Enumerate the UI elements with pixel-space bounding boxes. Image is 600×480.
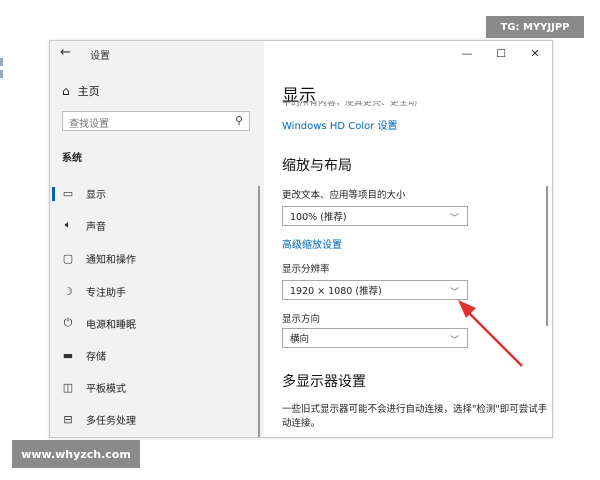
sidebar-item-label: 平板模式: [86, 383, 126, 395]
sidebar-item-display[interactable]: ▭ 显示: [50, 181, 264, 205]
multitask-icon: ⊟: [63, 412, 73, 426]
scale-dropdown[interactable]: 100% (推荐) ﹀: [282, 206, 468, 226]
window-controls: — ☐ ✕: [450, 41, 552, 65]
scale-value: 100% (推荐): [290, 212, 347, 223]
chevron-down-icon: ﹀: [449, 336, 459, 346]
sidebar-item-label: 显示: [86, 189, 106, 201]
orientation-dropdown[interactable]: 横向 ﹀: [282, 328, 468, 348]
chevron-down-icon: ﹀: [449, 214, 459, 224]
orientation-value: 横向: [290, 334, 310, 345]
resolution-dropdown[interactable]: 1920 × 1080 (推荐) ﹀: [282, 280, 468, 300]
sidebar-item-multitasking[interactable]: ⊟ 多任务处理: [50, 407, 264, 431]
sidebar-item-focus-assist[interactable]: ☽ 专注助手: [50, 279, 264, 303]
close-button[interactable]: ✕: [518, 41, 552, 65]
sidebar-scrollbar[interactable]: [258, 186, 260, 437]
sidebar-item-home[interactable]: ⌂ 主页: [62, 83, 100, 99]
clipped-description: 中的所有内容，使其更亮、更生动: [282, 101, 418, 108]
scale-layout-heading: 缩放与布局: [282, 158, 352, 174]
sidebar-item-label: 专注助手: [86, 287, 126, 299]
title-bar: ← 设置: [50, 41, 264, 65]
maximize-button[interactable]: ☐: [484, 41, 518, 65]
storage-icon: ▬: [62, 348, 74, 362]
home-icon: ⌂: [62, 84, 70, 98]
resolution-label: 显示分辨率: [282, 264, 330, 275]
watermark-bottom: www.whyzch.com: [12, 440, 140, 468]
resolution-value: 1920 × 1080 (推荐): [290, 286, 382, 297]
multi-display-description: 一些旧式显示器可能不会进行自动连接，选择"检测"即可尝试手动连接。: [282, 404, 548, 429]
content-scrollbar[interactable]: [546, 186, 548, 326]
moon-icon: ☽: [63, 284, 73, 298]
app-title: 设置: [90, 51, 110, 62]
minimize-button[interactable]: —: [450, 41, 484, 65]
notification-icon: ▢: [62, 251, 74, 265]
sidebar-item-label: 声音: [86, 221, 106, 233]
monitor-icon: ▭: [62, 186, 74, 200]
sidebar-item-label: 多任务处理: [86, 415, 136, 427]
multi-display-heading: 多显示器设置: [282, 374, 366, 390]
search-input[interactable]: [63, 115, 235, 134]
back-arrow-icon[interactable]: ←: [60, 45, 71, 60]
speaker-icon: 🔈︎: [64, 218, 72, 231]
background-window-edge: [0, 58, 4, 82]
sidebar-item-power-sleep[interactable]: ⏻ 电源和睡眠: [50, 311, 264, 335]
search-box[interactable]: ⚲: [62, 111, 250, 134]
scale-label: 更改文本、应用等项目的大小: [282, 190, 406, 201]
chevron-down-icon: ﹀: [449, 288, 459, 298]
windows-hd-color-link[interactable]: Windows HD Color 设置: [282, 117, 398, 132]
power-icon: ⏻: [63, 316, 73, 329]
sidebar-item-sound[interactable]: 🔈︎ 声音: [50, 213, 264, 237]
sidebar-item-tablet-mode[interactable]: ◫ 平板模式: [50, 375, 264, 399]
sidebar: ← 设置 ⌂ 主页 ⚲ 系统 ▭ 显示 🔈︎ 声音 ▢ 通知和操作 ☽ 专注助手: [50, 41, 264, 437]
advanced-scaling-link[interactable]: 高级缩放设置: [282, 236, 342, 251]
section-label-system: 系统: [62, 153, 82, 164]
content-pane: — ☐ ✕ 显示 中的所有内容，使其更亮、更生动 Windows HD Colo…: [264, 41, 552, 437]
sidebar-item-label: 电源和睡眠: [86, 319, 136, 331]
sidebar-item-storage[interactable]: ▬ 存储: [50, 343, 264, 367]
sidebar-item-notifications[interactable]: ▢ 通知和操作: [50, 246, 264, 270]
orientation-label: 显示方向: [282, 314, 321, 325]
tablet-icon: ◫: [62, 380, 74, 394]
home-label: 主页: [77, 85, 100, 98]
sidebar-item-label: 存储: [86, 351, 106, 363]
search-icon[interactable]: ⚲: [235, 114, 243, 127]
settings-window: ← 设置 ⌂ 主页 ⚲ 系统 ▭ 显示 🔈︎ 声音 ▢ 通知和操作 ☽ 专注助手: [49, 40, 553, 438]
watermark-top: TG: MYYJJPP: [486, 16, 584, 38]
sidebar-item-label: 通知和操作: [86, 254, 136, 266]
